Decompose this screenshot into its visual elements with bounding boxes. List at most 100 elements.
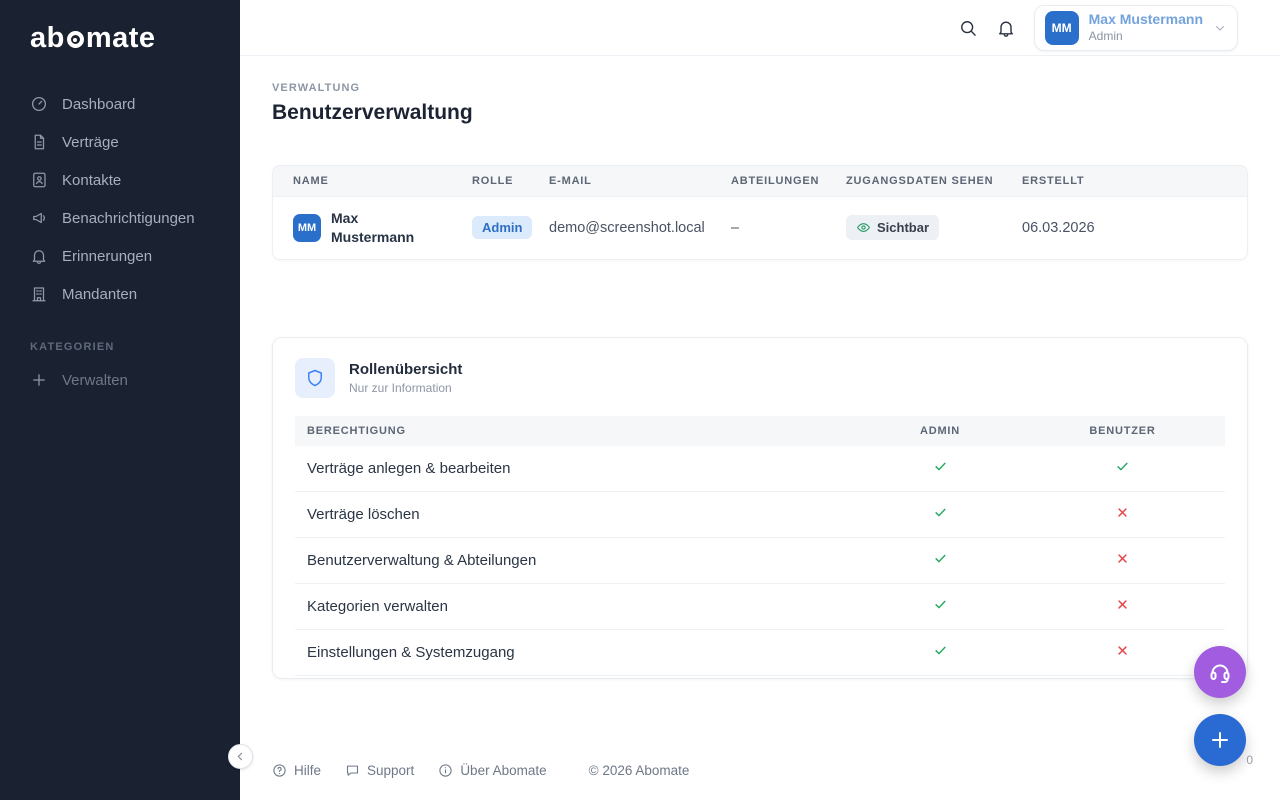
admin-permission-cell xyxy=(860,491,1020,537)
eye-icon xyxy=(856,220,871,235)
sidebar-item-label: Verträge xyxy=(62,134,119,151)
check-icon xyxy=(933,551,948,566)
column-header-admin: ADMIN xyxy=(860,416,1020,446)
plus-icon xyxy=(1208,728,1232,752)
topbar: MM Max Mustermann Admin xyxy=(240,0,1280,56)
help-icon xyxy=(272,763,287,778)
permission-row: Benutzerverwaltung & Abteilungen xyxy=(295,537,1225,583)
access-visibility-label: Sichtbar xyxy=(877,220,929,235)
roles-table: BERECHTIGUNG ADMIN BENUTZER Verträge anl… xyxy=(295,416,1225,676)
app-root: ab mate DashboardVerträgeKontakteBenachr… xyxy=(0,0,1280,800)
user-permission-cell xyxy=(1020,583,1225,629)
users-table-body: MMMax MustermannAdmindemo@screenshot.loc… xyxy=(273,197,1247,259)
sidebar-item-label: Erinnerungen xyxy=(62,248,152,265)
user-email: demo@screenshot.local xyxy=(537,197,719,259)
sidebar-item-dashboard[interactable]: Dashboard xyxy=(0,85,240,123)
chevron-left-icon xyxy=(234,750,247,763)
sidebar-item-contracts[interactable]: Verträge xyxy=(0,123,240,161)
permission-row: Kategorien verwalten xyxy=(295,583,1225,629)
sidebar-item-reminders[interactable]: Erinnerungen xyxy=(0,237,240,275)
sidebar: ab mate DashboardVerträgeKontakteBenachr… xyxy=(0,0,240,800)
sidebar-item-manage-categories[interactable]: Verwalten xyxy=(0,361,240,399)
copyright: © 2026 Abomate xyxy=(589,763,690,778)
sidebar-item-notifications[interactable]: Benachrichtigungen xyxy=(0,199,240,237)
sidebar-item-tenants[interactable]: Mandanten xyxy=(0,275,240,313)
bell-icon xyxy=(996,18,1016,38)
cross-icon xyxy=(1115,551,1130,566)
permission-label: Verträge löschen xyxy=(295,491,860,537)
admin-permission-cell xyxy=(860,446,1020,492)
sidebar-category-nav: Verwalten xyxy=(0,361,240,399)
version-label: 0 xyxy=(1246,753,1253,767)
avatar: MM xyxy=(293,214,321,242)
column-header-email: E-MAIL xyxy=(537,166,719,197)
column-header-created: ERSTELLT xyxy=(1010,166,1247,197)
user-menu[interactable]: MM Max Mustermann Admin xyxy=(1034,5,1238,51)
permission-row: Verträge anlegen & bearbeiten xyxy=(295,446,1225,492)
admin-permission-cell xyxy=(860,537,1020,583)
user-role: Admin xyxy=(1089,29,1203,44)
breadcrumb: VERWALTUNG xyxy=(272,82,1248,94)
column-header-user: BENUTZER xyxy=(1020,416,1225,446)
contacts-icon xyxy=(30,171,48,189)
roles-card-header: Rollenübersicht Nur zur Information xyxy=(295,358,1225,398)
footer-link-about[interactable]: Über Abomate xyxy=(438,763,546,778)
check-icon xyxy=(933,505,948,520)
assistant-fab-button[interactable] xyxy=(1194,646,1246,698)
shield-icon xyxy=(305,368,325,388)
users-table-header-row: NAME ROLLE E-MAIL ABTEILUNGEN ZUGANGSDAT… xyxy=(273,166,1247,197)
roles-card-subtitle: Nur zur Information xyxy=(349,381,462,395)
roles-card-title: Rollenübersicht xyxy=(349,361,462,378)
contract-icon xyxy=(30,133,48,151)
check-icon xyxy=(933,597,948,612)
user-departments: – xyxy=(719,197,834,259)
footer: Hilfe Support Über Abomate © 2026 Abomate xyxy=(272,743,1248,800)
building-icon xyxy=(30,285,48,303)
sidebar-item-contacts[interactable]: Kontakte xyxy=(0,161,240,199)
search-icon xyxy=(958,18,978,38)
column-header-permission: BERECHTIGUNG xyxy=(295,416,860,446)
admin-permission-cell xyxy=(860,629,1020,675)
footer-link-label: Support xyxy=(367,763,414,778)
user-permission-cell xyxy=(1020,491,1225,537)
roles-table-header-row: BERECHTIGUNG ADMIN BENUTZER xyxy=(295,416,1225,446)
cross-icon xyxy=(1115,505,1130,520)
dashboard-icon xyxy=(30,95,48,113)
footer-link-support[interactable]: Support xyxy=(345,763,414,778)
headset-icon xyxy=(1208,660,1232,684)
sidebar-item-label: Benachrichtigungen xyxy=(62,210,195,227)
column-header-name: NAME xyxy=(273,166,460,197)
footer-link-label: Über Abomate xyxy=(460,763,546,778)
sidebar-collapse-button[interactable] xyxy=(228,744,253,769)
sidebar-item-label: Verwalten xyxy=(62,372,128,389)
sidebar-nav: Dashboard Verträge Kontakte Benachrichtigun… xyxy=(0,85,240,313)
brand-logo-post: mate xyxy=(86,22,156,55)
info-icon xyxy=(438,763,453,778)
megaphone-icon xyxy=(30,209,48,227)
notifications-button[interactable] xyxy=(996,18,1016,38)
users-table-card: NAME ROLLE E-MAIL ABTEILUNGEN ZUGANGSDAT… xyxy=(272,165,1248,260)
check-icon xyxy=(933,459,948,474)
column-header-access: ZUGANGSDATEN SEHEN xyxy=(834,166,1010,197)
permission-row: Verträge löschen xyxy=(295,491,1225,537)
permission-row: Einstellungen & Systemzugang xyxy=(295,629,1225,675)
cross-icon xyxy=(1115,643,1130,658)
bell-icon xyxy=(30,247,48,265)
sidebar-item-label: Mandanten xyxy=(62,286,137,303)
user-name: Max Mustermann xyxy=(331,209,423,247)
add-fab-button[interactable] xyxy=(1194,714,1246,766)
page-title: Benutzerverwaltung xyxy=(272,101,1248,125)
permission-label: Benutzerverwaltung & Abteilungen xyxy=(295,537,860,583)
table-row[interactable]: MMMax MustermannAdmindemo@screenshot.loc… xyxy=(273,197,1247,259)
user-permission-cell xyxy=(1020,446,1225,492)
check-icon xyxy=(1115,459,1130,474)
user-name: Max Mustermann xyxy=(1089,11,1203,29)
main-area: MM Max Mustermann Admin VERWALTUNG Benut… xyxy=(240,0,1280,800)
sidebar-item-label: Kontakte xyxy=(62,172,121,189)
roles-table-body: Verträge anlegen & bearbeitenVerträge lö… xyxy=(295,446,1225,676)
column-header-departments: ABTEILUNGEN xyxy=(719,166,834,197)
roles-overview-card: Rollenübersicht Nur zur Information BERE… xyxy=(272,337,1248,679)
access-visibility-badge: Sichtbar xyxy=(846,215,939,240)
footer-link-help[interactable]: Hilfe xyxy=(272,763,321,778)
search-button[interactable] xyxy=(958,18,978,38)
